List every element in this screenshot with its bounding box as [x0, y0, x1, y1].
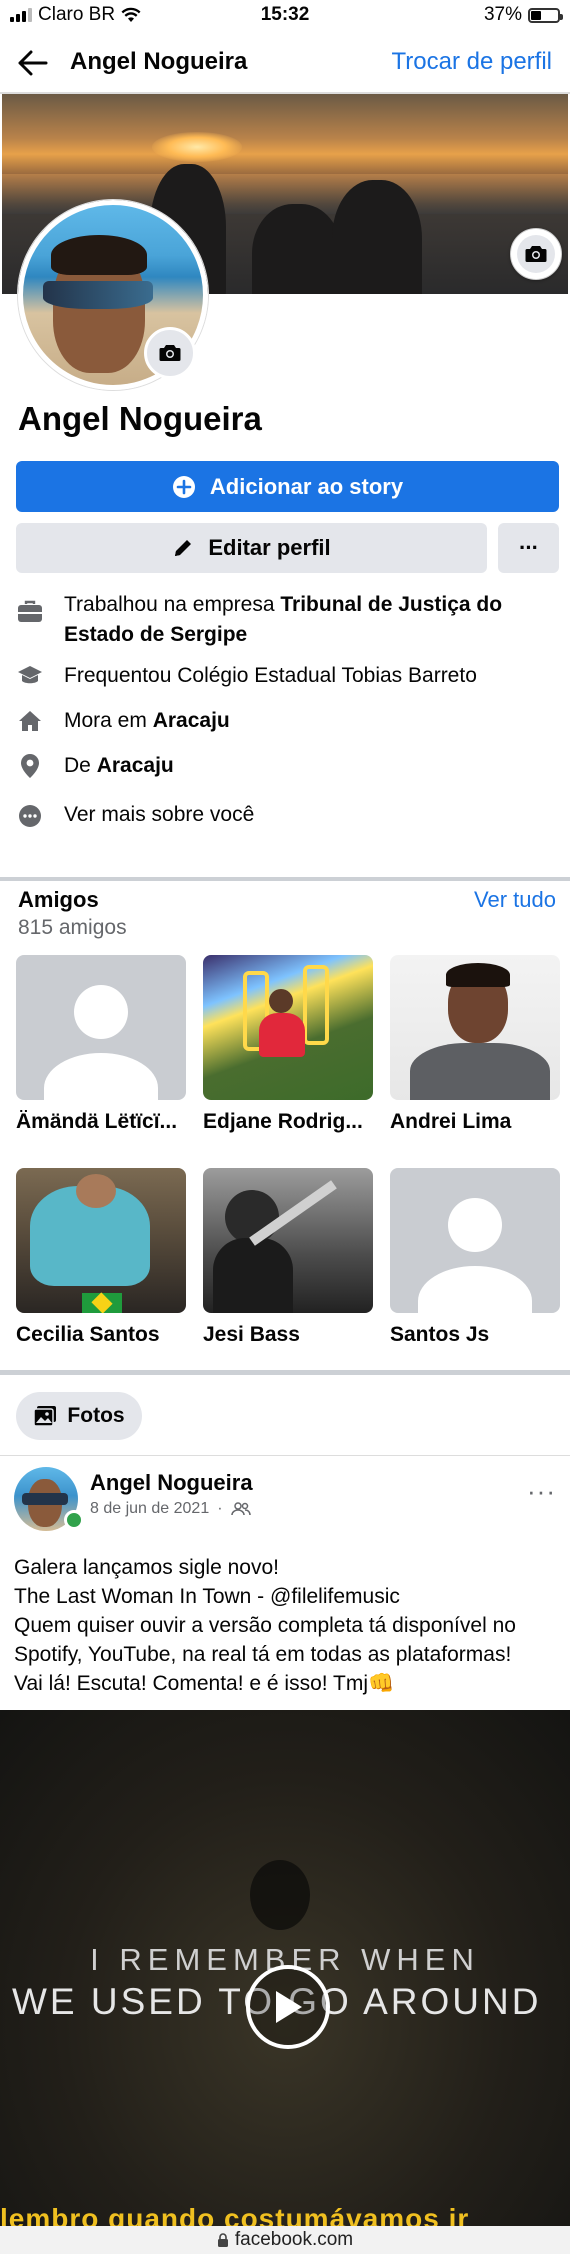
post-line: Vai lá! Escuta! Comenta! e é isso! Tmj👊: [14, 1672, 395, 1695]
camera-icon: [525, 246, 547, 262]
arrow-left-icon: [18, 50, 48, 76]
intro-education-text: Frequentou Colégio Estadual Tobias Barre…: [64, 664, 477, 687]
friend-name: Andrei Lima: [390, 1110, 512, 1133]
post-date[interactable]: 8 de jun de 2021: [90, 1500, 209, 1518]
see-more-label: Ver mais sobre você: [64, 803, 255, 826]
see-all-friends-link[interactable]: Ver tudo: [474, 887, 556, 913]
post-video[interactable]: I REMEMBER WHEN WE USED TO GO AROUND lem…: [0, 1710, 570, 2230]
friend-card[interactable]: Ämändä Lëtïcï...: [16, 955, 186, 1134]
play-button[interactable]: [246, 1965, 330, 2049]
friends-title: Amigos: [18, 887, 99, 912]
post-meta: 8 de jun de 2021 ·: [90, 1500, 251, 1518]
section-divider: [0, 877, 570, 881]
more-dots-icon: ···: [519, 535, 539, 560]
post-line: The Last Woman In Town - @filelifemusic: [14, 1585, 400, 1608]
photos-icon: [33, 1406, 57, 1427]
post-line: Quem quiser ouvir a versão completa tá d…: [14, 1614, 516, 1637]
friend-name: Ämändä Lëtïcï...: [16, 1110, 178, 1133]
header-title: Angel Nogueira: [70, 48, 248, 75]
status-bar: Claro BR 15:32 37%: [0, 0, 570, 30]
friend-name: Cecilia Santos: [16, 1323, 160, 1346]
post-line: Galera lançamos sigle novo!: [14, 1556, 279, 1579]
photos-label: Fotos: [67, 1404, 125, 1427]
friend-name: Edjane Rodrig...: [203, 1110, 363, 1133]
lock-icon: [217, 2232, 228, 2247]
see-more-about-you[interactable]: Ver mais sobre você: [0, 800, 570, 832]
section-divider: [0, 1370, 570, 1375]
default-avatar-icon: [16, 955, 186, 1100]
default-avatar-icon: [390, 1168, 560, 1313]
browser-url-bar[interactable]: facebook.com: [0, 2226, 570, 2254]
intro-current-city: Mora em Aracaju: [0, 706, 570, 738]
friend-card[interactable]: Santos Js: [390, 1168, 560, 1347]
back-button[interactable]: [14, 44, 52, 82]
friend-card[interactable]: Edjane Rodrig...: [203, 955, 373, 1134]
battery-icon: [528, 7, 563, 23]
top-navigation: Angel Nogueira Trocar de perfil: [0, 34, 570, 90]
plus-circle-icon: [172, 475, 195, 498]
photos-button[interactable]: Fotos: [16, 1392, 142, 1440]
post-author-name[interactable]: Angel Nogueira: [90, 1470, 253, 1496]
friends-count: 815 amigos: [18, 916, 127, 939]
intro-work-prefix: Trabalhou na empresa: [64, 593, 281, 616]
intro-lives-prefix: Mora em: [64, 709, 153, 732]
friend-card[interactable]: Jesi Bass: [203, 1168, 373, 1347]
play-icon: [276, 1991, 302, 2023]
pencil-icon: [175, 540, 192, 556]
intro-hometown: De Aracaju: [0, 751, 570, 783]
post-text: Galera lançamos sigle novo! The Last Wom…: [14, 1553, 559, 1698]
url-text: facebook.com: [234, 2229, 354, 2250]
briefcase-icon: [16, 598, 44, 626]
home-icon: [16, 707, 44, 735]
meta-separator: ·: [217, 1500, 223, 1517]
intro-from-prefix: De: [64, 754, 97, 777]
post-line: Spotify, YouTube, na real tá em todas as…: [14, 1643, 512, 1666]
battery-percent: 37%: [483, 4, 522, 25]
intro-education: Frequentou Colégio Estadual Tobias Barre…: [0, 661, 570, 693]
edit-profile-picture-button[interactable]: [144, 327, 196, 379]
more-options-button[interactable]: ···: [498, 523, 559, 573]
friend-card[interactable]: Andrei Lima: [390, 955, 560, 1134]
intro-from-city[interactable]: Aracaju: [97, 754, 174, 777]
edit-profile-label: Editar perfil: [208, 535, 331, 560]
online-status-dot: [64, 1510, 84, 1530]
more-circle-icon: [16, 802, 44, 830]
camera-icon: [159, 345, 181, 361]
intro-lives-city[interactable]: Aracaju: [153, 709, 230, 732]
friend-card[interactable]: Cecilia Santos: [16, 1168, 186, 1347]
friend-photo: [203, 955, 373, 1100]
profile-name: Angel Nogueira: [18, 400, 262, 437]
location-pin-icon: [16, 752, 44, 780]
friend-name: Santos Js: [390, 1323, 490, 1346]
graduation-cap-icon: [16, 662, 44, 690]
post-options-button[interactable]: ···: [527, 1476, 556, 1507]
edit-profile-button[interactable]: Editar perfil: [16, 523, 487, 573]
friend-photo: [390, 955, 560, 1100]
friends-privacy-icon: [230, 1502, 251, 1516]
intro-work: Trabalhou na empresa Tribunal de Justiça…: [0, 590, 570, 654]
add-to-story-label: Adicionar ao story: [209, 473, 404, 499]
switch-profile-link[interactable]: Trocar de perfil: [392, 48, 553, 76]
edit-cover-button[interactable]: [510, 228, 562, 280]
add-to-story-button[interactable]: Adicionar ao story: [16, 461, 559, 512]
friend-photo: [16, 1168, 186, 1313]
facebook-profile-page: Claro BR 15:32 37% Angel Nogueira Trocar…: [0, 0, 570, 2254]
friend-photo: [203, 1168, 373, 1313]
post-divider: [0, 1455, 570, 1456]
friend-name: Jesi Bass: [203, 1323, 300, 1346]
